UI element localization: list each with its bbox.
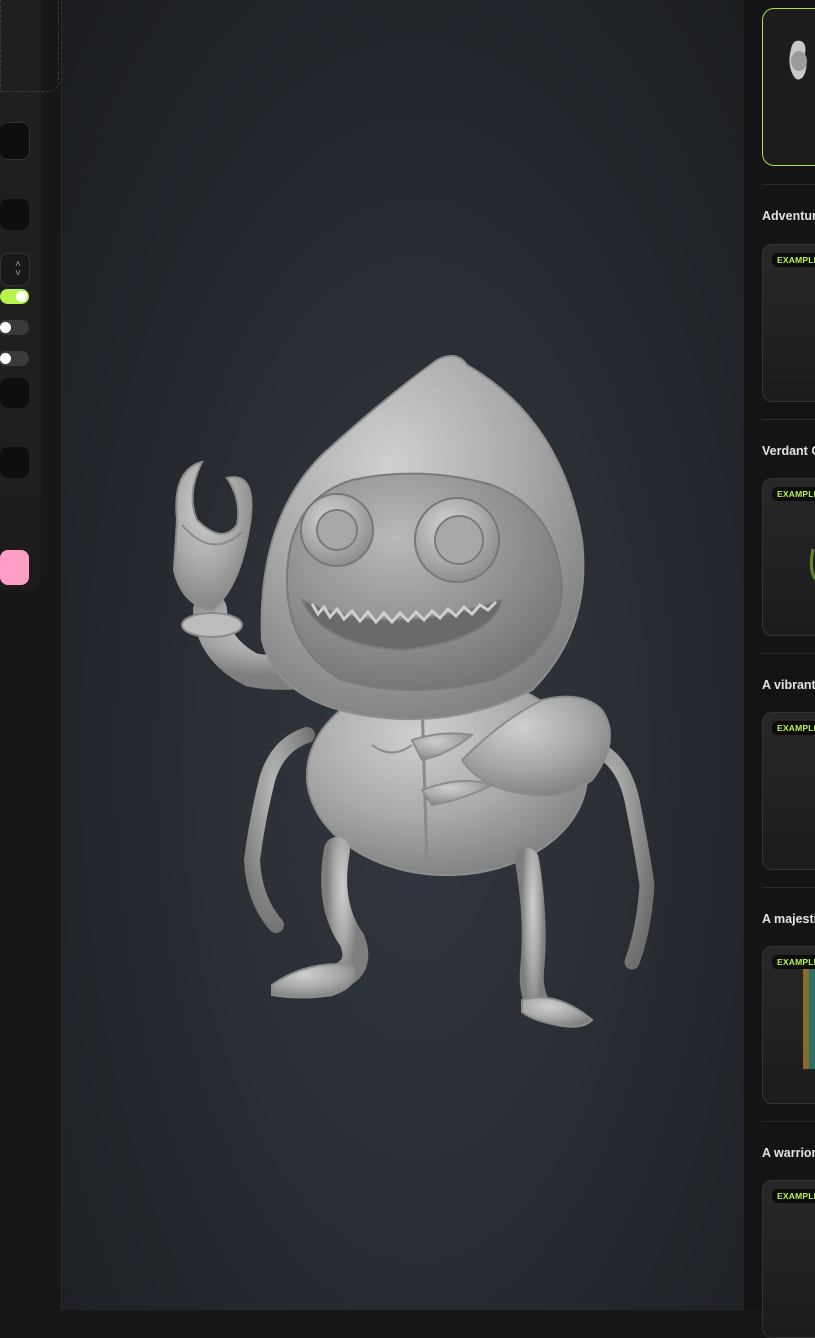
card-title: A vibrant <box>762 678 815 692</box>
divider <box>762 653 815 654</box>
card-title: Verdant C <box>762 444 815 458</box>
example-card[interactable]: EXAMPLE <box>762 712 815 870</box>
chevron-up-down-icon: ˄ ˅ <box>15 259 21 279</box>
divider <box>762 887 815 888</box>
example-card[interactable]: EXAMPLE <box>762 946 815 1104</box>
negative-prompt-input[interactable] <box>0 447 29 478</box>
prompt-field[interactable] <box>0 122 30 160</box>
selected-model-thumbnail[interactable] <box>762 8 815 166</box>
model-thumbnail-icon <box>789 40 807 80</box>
divider <box>762 419 815 420</box>
generate-button[interactable] <box>0 550 29 585</box>
example-card[interactable]: EXAMPLE <box>762 244 815 402</box>
example-badge: EXAMPLE <box>772 721 815 735</box>
divider <box>762 184 815 185</box>
card-title: A warrior <box>762 1146 815 1160</box>
example-card[interactable]: EXAMPLE <box>762 478 815 636</box>
left-column: ˄ ˅ <box>0 0 61 1310</box>
text-input[interactable] <box>0 199 29 230</box>
model-viewport[interactable] <box>61 0 745 1310</box>
toggle-1[interactable] <box>0 289 29 304</box>
model-select[interactable]: ˄ ˅ <box>0 253 30 286</box>
seed-input[interactable] <box>0 378 29 408</box>
hooded-crab-creature-model <box>172 355 655 1028</box>
example-badge: EXAMPLE <box>772 253 815 267</box>
example-card[interactable]: EXAMPLE <box>762 1180 815 1338</box>
upload-dropzone[interactable] <box>0 0 59 92</box>
card-title: A majesti <box>762 912 815 926</box>
toggle-2[interactable] <box>0 320 29 335</box>
leaf-thumbnail-icon <box>809 548 815 580</box>
toggle-knob <box>0 353 11 364</box>
cabinet-thumbnail-icon <box>803 969 815 1069</box>
card-title: Adventur <box>762 209 815 223</box>
toggle-3[interactable] <box>0 351 29 366</box>
toggle-knob <box>16 291 27 302</box>
divider <box>762 1121 815 1122</box>
toggle-knob <box>0 322 11 333</box>
example-badge: EXAMPLE <box>772 1189 815 1203</box>
examples-gallery: Adventur EXAMPLE Verdant C EXAMPLE A vib… <box>744 0 815 1338</box>
